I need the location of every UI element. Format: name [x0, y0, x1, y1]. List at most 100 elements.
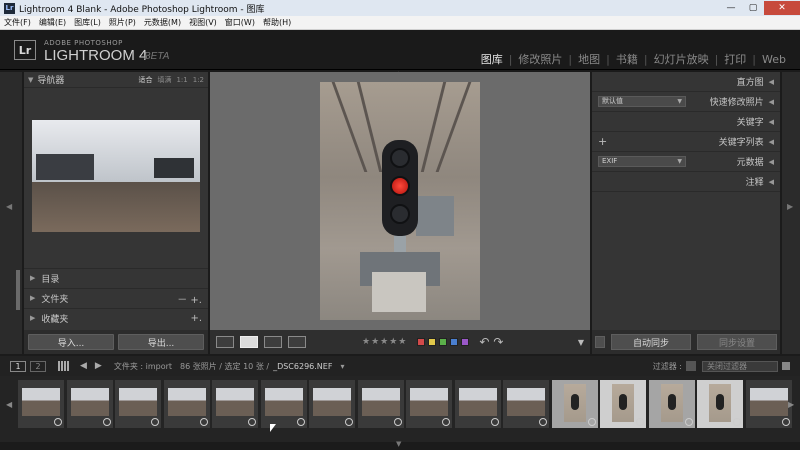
right-panel-toggle-icon[interactable]: ▶	[787, 202, 793, 211]
module-develop[interactable]: 修改照片	[512, 51, 568, 67]
filmstrip-thumbnail[interactable]	[745, 380, 792, 428]
menu-edit[interactable]: 编辑(E)	[35, 17, 70, 28]
collapse-triangle-icon[interactable]: ◀	[769, 78, 774, 86]
filmstrip-thumbnail[interactable]	[648, 380, 695, 428]
grid-icon[interactable]	[58, 361, 70, 371]
color-label-green[interactable]	[439, 338, 448, 346]
filter-select[interactable]: 关闭过滤器	[702, 360, 778, 372]
collections-add-icon[interactable]: +.	[190, 313, 202, 324]
loupe-view[interactable]	[210, 72, 590, 330]
auto-sync-button[interactable]: 自动同步	[611, 334, 691, 350]
panel-keywording[interactable]: 关键字 ◀	[592, 112, 780, 132]
navigator-header[interactable]: ▼ 导航器 适合 填满 1:1 1:2	[24, 72, 208, 88]
filmstrip-scroll-left-icon[interactable]: ◀	[6, 400, 12, 409]
color-label-red[interactable]	[417, 338, 426, 346]
secondary-window-button[interactable]: 2	[30, 360, 46, 372]
collapse-triangle-icon[interactable]: ◀	[769, 158, 774, 166]
module-library[interactable]: 图库	[475, 51, 509, 67]
panel-collections[interactable]: ▶ 收藏夹 +.	[24, 308, 208, 327]
filmstrip-thumbnail[interactable]	[503, 380, 549, 428]
collapse-triangle-icon[interactable]: ◀	[769, 138, 774, 146]
forward-arrow-icon[interactable]: ▶	[95, 361, 102, 371]
left-panel-edge[interactable]: ◀	[0, 72, 22, 354]
filter-lock-icon[interactable]	[782, 362, 790, 370]
left-panel-toggle-icon[interactable]: ◀	[6, 202, 12, 211]
module-print[interactable]: 打印	[718, 51, 752, 67]
survey-view-icon[interactable]	[288, 336, 306, 348]
menu-library[interactable]: 图库(L)	[70, 17, 105, 28]
collapse-triangle-icon[interactable]: ◀	[769, 98, 774, 106]
sync-toggle-switch[interactable]	[595, 336, 605, 348]
grid-view-icon[interactable]	[216, 336, 234, 348]
module-web[interactable]: Web	[756, 53, 792, 66]
filmstrip-thumbnail[interactable]	[163, 380, 210, 428]
loupe-view-icon[interactable]	[240, 336, 258, 348]
filter-flag-icon[interactable]	[686, 361, 696, 371]
panel-histogram[interactable]: 直方图 ◀	[592, 72, 780, 92]
collapse-triangle-icon[interactable]: ▼	[28, 76, 33, 84]
minimize-icon[interactable]: —	[720, 1, 742, 15]
filmstrip-thumbnail[interactable]	[66, 380, 113, 428]
quick-develop-preset-select[interactable]: 默认值 ▼	[598, 96, 686, 107]
menu-photo[interactable]: 照片(P)	[105, 17, 140, 28]
panel-catalog[interactable]: ▶ 目录	[24, 268, 208, 287]
rotate-right-icon[interactable]: ↷	[493, 335, 503, 349]
color-label-blue[interactable]	[450, 338, 459, 346]
primary-window-button[interactable]: 1	[10, 360, 26, 372]
rating-stars[interactable]: ★★★★★	[362, 337, 407, 347]
filmstrip-thumbnail[interactable]	[309, 380, 355, 428]
main-photo[interactable]	[320, 82, 480, 320]
filmstrip-thumbnail[interactable]	[406, 380, 452, 428]
filmstrip-thumbnail[interactable]	[697, 380, 743, 428]
bottom-panel-toggle-icon[interactable]: ▼	[396, 440, 401, 448]
color-label-purple[interactable]	[461, 338, 470, 346]
filmstrip-thumbnail[interactable]	[600, 380, 646, 428]
menu-window[interactable]: 窗口(W)	[221, 17, 259, 28]
filmstrip-thumbnail[interactable]	[551, 380, 598, 428]
source-label[interactable]: 文件夹 : import	[114, 361, 172, 372]
zoom-fit[interactable]: 适合	[138, 75, 152, 85]
color-label-yellow[interactable]	[428, 338, 437, 346]
module-slideshow[interactable]: 幻灯片放映	[648, 51, 715, 67]
menu-metadata[interactable]: 元数据(M)	[140, 17, 185, 28]
menu-view[interactable]: 视图(V)	[185, 17, 221, 28]
chevron-down-icon[interactable]: ▾	[340, 362, 344, 371]
zoom-1-2[interactable]: 1:2	[193, 76, 204, 84]
navigator-preview[interactable]	[32, 120, 200, 232]
filmstrip-thumbnail[interactable]	[357, 380, 404, 428]
export-button[interactable]: 导出...	[118, 334, 204, 350]
maximize-icon[interactable]: ▢	[742, 1, 764, 15]
menu-file[interactable]: 文件(F)	[0, 17, 35, 28]
menu-help[interactable]: 帮助(H)	[259, 17, 295, 28]
collapse-triangle-icon[interactable]: ◀	[769, 118, 774, 126]
panel-quick-develop[interactable]: 默认值 ▼ 快速修改照片 ◀	[592, 92, 780, 112]
zoom-fill[interactable]: 填满	[157, 75, 171, 85]
filmstrip-thumbnail[interactable]	[115, 380, 161, 428]
current-filename[interactable]: _DSC6296.NEF	[273, 362, 332, 371]
metadata-preset-select[interactable]: EXIF ▼	[598, 156, 686, 167]
filmstrip-thumbnail[interactable]	[454, 380, 501, 428]
toolbar-options-icon[interactable]: ▼	[578, 338, 584, 347]
expand-triangle-icon[interactable]: ▶	[30, 274, 35, 282]
module-map[interactable]: 地图	[572, 51, 606, 67]
right-panel-edge[interactable]: ▶	[782, 72, 800, 354]
panel-metadata[interactable]: EXIF ▼ 元数据 ◀	[592, 152, 780, 172]
rotate-left-icon[interactable]: ↶	[479, 335, 489, 349]
filmstrip-thumbnail[interactable]	[212, 380, 258, 428]
import-button[interactable]: 导入...	[28, 334, 114, 350]
module-book[interactable]: 书籍	[610, 51, 644, 67]
panel-folders[interactable]: ▶ 文件夹 － +.	[24, 288, 208, 307]
scrollbar-grip[interactable]	[16, 270, 20, 310]
compare-view-icon[interactable]	[264, 336, 282, 348]
sync-settings-button[interactable]: 同步设置	[697, 334, 777, 350]
panel-keyword-list[interactable]: + 关键字列表 ◀	[592, 132, 780, 152]
filmstrip-thumbnail[interactable]	[260, 380, 307, 428]
add-keyword-icon[interactable]: +	[598, 135, 607, 148]
filmstrip-thumbnail[interactable]	[18, 380, 64, 428]
filmstrip[interactable]: ◀ ▶	[0, 376, 800, 442]
close-icon[interactable]: ✕	[764, 1, 800, 15]
filmstrip-scroll-right-icon[interactable]: ▶	[788, 400, 794, 409]
collapse-triangle-icon[interactable]: ◀	[769, 178, 774, 186]
zoom-1-1[interactable]: 1:1	[176, 76, 187, 84]
folders-add-remove-icon[interactable]: － +.	[177, 291, 202, 306]
